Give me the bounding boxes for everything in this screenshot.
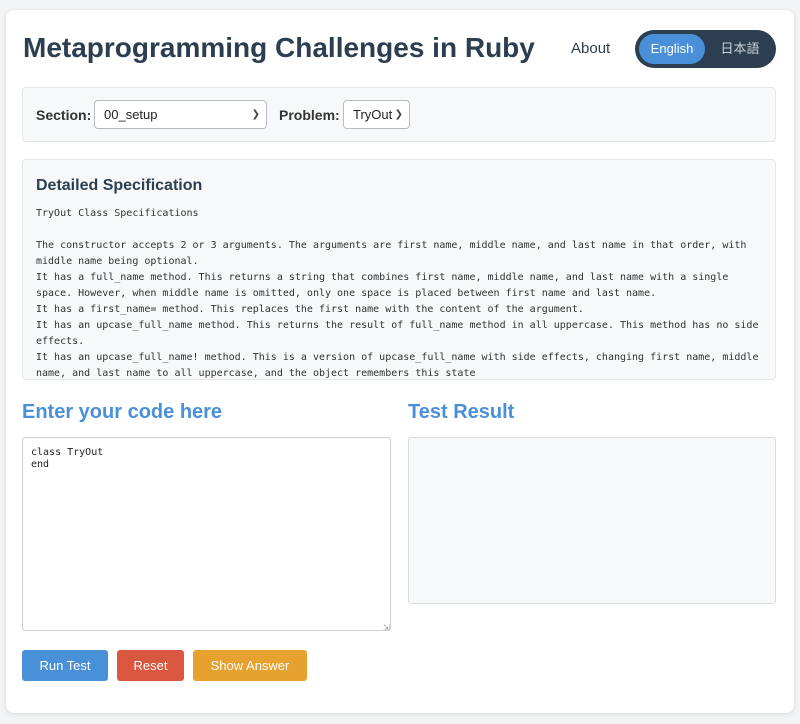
section-label: Section:	[36, 107, 92, 123]
language-toggle: English 日本語	[635, 30, 776, 68]
lang-english-button[interactable]: English	[639, 34, 705, 64]
specification-panel: Detailed Specification TryOut Class Spec…	[22, 159, 776, 380]
show-answer-button[interactable]: Show Answer	[193, 650, 307, 681]
spec-heading: Detailed Specification	[36, 177, 203, 194]
spec-line: The constructor accepts 2 or 3 arguments…	[36, 240, 753, 267]
main-card: Metaprogramming Challenges in Ruby About…	[6, 10, 794, 713]
chevron-down-icon: ❯	[394, 109, 403, 120]
selector-bar: Section: 00_setup ❯ Problem: TryOut ❯	[22, 87, 776, 142]
page-title: Metaprogramming Challenges in Ruby	[23, 32, 535, 63]
spec-line	[36, 222, 761, 238]
reset-button[interactable]: Reset	[117, 650, 184, 681]
run-test-button[interactable]: Run Test	[22, 650, 108, 681]
problem-select-value: TryOut	[353, 107, 393, 122]
editor-heading: Enter your code here	[22, 401, 223, 423]
result-heading: Test Result	[408, 401, 515, 423]
chevron-down-icon: ❯	[251, 109, 260, 120]
spec-line: TryOut Class Specifications	[36, 208, 199, 219]
spec-body: TryOut Class Specifications The construc…	[36, 206, 761, 382]
spec-line: It has an upcase_full_name method. This …	[36, 320, 765, 347]
spec-line: It has a first_name= method. This replac…	[36, 304, 584, 315]
spec-line: It has a full_name method. This returns …	[36, 272, 735, 299]
problem-label: Problem:	[279, 107, 340, 123]
test-result-panel	[408, 437, 776, 604]
about-link[interactable]: About	[571, 40, 610, 57]
section-select[interactable]: 00_setup ❯	[94, 100, 267, 129]
resize-handle-icon[interactable]: ⇲	[383, 623, 390, 632]
problem-select[interactable]: TryOut ❯	[343, 100, 410, 129]
section-select-value: 00_setup	[104, 107, 158, 122]
code-editor[interactable]	[22, 437, 391, 631]
spec-line: It has an upcase_full_name! method. This…	[36, 352, 765, 379]
lang-japanese-button[interactable]: 日本語	[707, 34, 773, 64]
